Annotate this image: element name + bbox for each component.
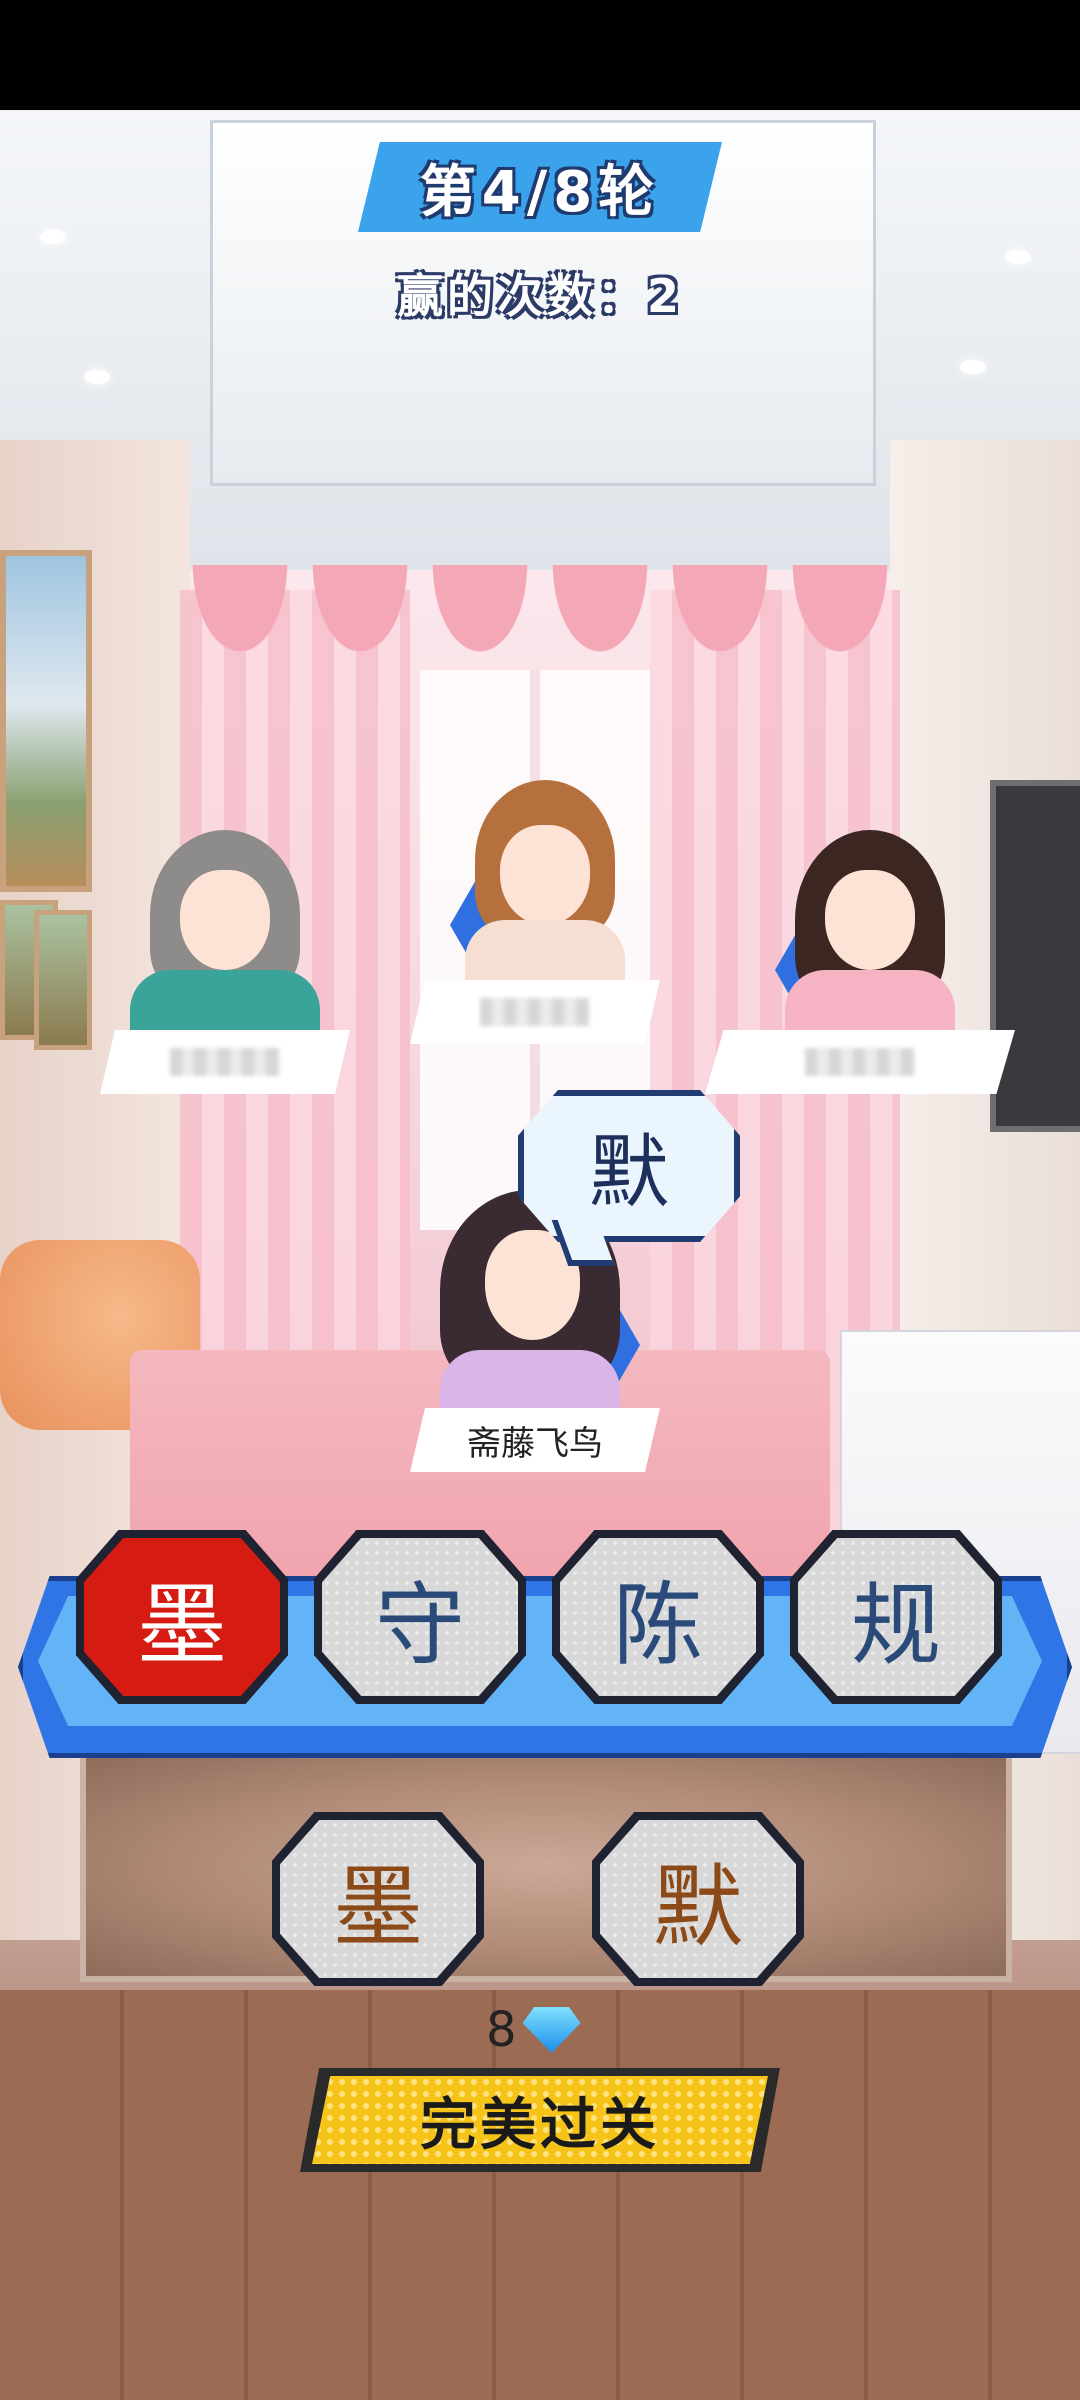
player-name-3 xyxy=(805,1048,915,1076)
round-counter: 第4/8轮 xyxy=(419,159,661,225)
gem-cost: 8 xyxy=(486,2000,581,2060)
gem-count: 8 xyxy=(486,2002,517,2058)
ceiling-light xyxy=(84,370,110,384)
player-name-4: 斋藤飞鸟 xyxy=(467,1423,603,1464)
tile-choice-4[interactable]: 规 xyxy=(798,1538,994,1696)
player-portrait-2 xyxy=(455,780,635,980)
ceiling-light xyxy=(1005,250,1031,264)
player-nameplate-1 xyxy=(100,1030,350,1094)
answer-slot-2[interactable]: 默 xyxy=(600,1820,796,1978)
ceiling-light xyxy=(40,230,66,244)
answer-slot-1[interactable]: 墨 xyxy=(280,1820,476,1978)
player-portrait-1 xyxy=(120,830,330,1030)
player-nameplate-3 xyxy=(705,1030,1015,1094)
player-nameplate-4: 斋藤飞鸟 xyxy=(410,1408,660,1472)
small-painting xyxy=(34,910,92,1050)
player-name-1 xyxy=(170,1048,280,1076)
ceiling-light xyxy=(960,360,986,374)
tile-choice-2[interactable]: 守 xyxy=(322,1538,518,1696)
tile-choice-3[interactable]: 陈 xyxy=(560,1538,756,1696)
wall-tv xyxy=(990,780,1080,1132)
rug xyxy=(80,1750,1012,1982)
speech-char: 默 xyxy=(589,1126,669,1219)
player-portrait-3 xyxy=(775,830,965,1030)
diamond-icon xyxy=(522,2007,581,2053)
mountain-painting xyxy=(0,550,92,892)
status-bar xyxy=(0,0,1080,110)
tile-choice-1[interactable]: 墨 xyxy=(84,1538,280,1696)
player-name-2 xyxy=(480,998,590,1026)
wins-counter: 赢的次数：2 xyxy=(396,269,683,323)
curtain-valance xyxy=(180,565,900,675)
player-nameplate-2 xyxy=(410,980,660,1044)
perfect-pass-button[interactable]: 完美过关 xyxy=(312,2076,768,2164)
